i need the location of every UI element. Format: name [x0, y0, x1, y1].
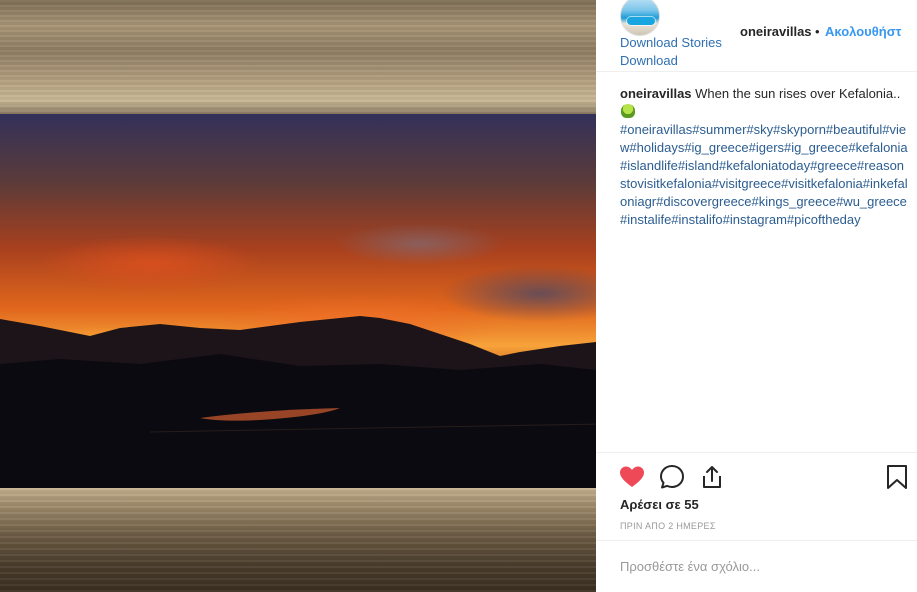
caption-hashtags[interactable]: #oneiravillas#summer#sky#skyporn#beautif…: [620, 121, 910, 229]
comment-section: [596, 540, 917, 592]
comment-bubble-icon[interactable]: [658, 463, 686, 491]
comment-input[interactable]: [620, 559, 900, 574]
bookmark-icon[interactable]: [883, 463, 911, 491]
photo-border-top: [0, 0, 596, 114]
post-username[interactable]: oneiravillas: [740, 24, 812, 39]
photo-border-bottom: [0, 488, 596, 592]
download-link[interactable]: Download: [620, 53, 678, 68]
post-caption: oneiravillas When the sun rises over Kef…: [620, 85, 910, 229]
avatar[interactable]: [620, 0, 660, 36]
separator-dot: •: [815, 24, 820, 39]
post-header: oneiravillas • Ακολουθήστ Download Stori…: [596, 0, 917, 72]
post-actions: [596, 452, 917, 498]
mountain-silhouette: [0, 316, 596, 488]
heart-icon[interactable]: [618, 463, 646, 491]
post-side-panel: oneiravillas • Ακολουθήστ Download Stori…: [596, 0, 917, 592]
caption-text: When the sun rises over Kefalonia..: [691, 86, 901, 101]
download-stories-link[interactable]: Download Stories: [620, 35, 722, 50]
post-timestamp[interactable]: ΠΡΙΝ ΑΠΟ 2 ΗΜΕΡΕΣ: [620, 521, 716, 531]
follow-button[interactable]: Ακολουθήστ: [825, 24, 901, 39]
share-icon[interactable]: [698, 463, 726, 491]
likes-count[interactable]: Αρέσει σε 55: [620, 497, 699, 512]
green-alien-emoji-icon: [621, 104, 635, 118]
caption-username[interactable]: oneiravillas: [620, 86, 692, 101]
post-media[interactable]: [0, 0, 596, 592]
sunset-photo[interactable]: [0, 114, 596, 488]
